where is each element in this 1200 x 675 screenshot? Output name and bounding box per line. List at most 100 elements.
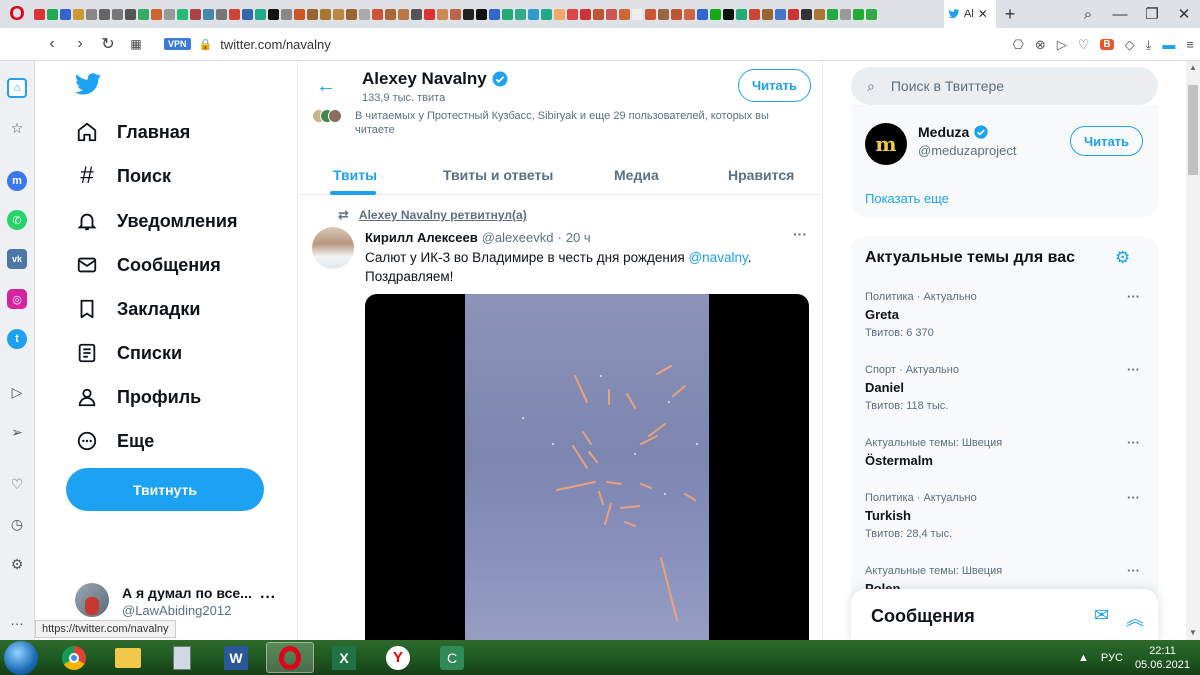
messages-drawer[interactable]: Сообщения ✉ ︽ xyxy=(851,589,1158,640)
close-window-button[interactable]: ✕ xyxy=(1168,0,1200,28)
account-switcher[interactable]: А я думал по все... @LawAbiding2012 ··· xyxy=(75,581,295,621)
new-tab-button[interactable]: + xyxy=(996,0,1024,28)
trend-item[interactable]: Спорт · Актуально Daniel Твитов: 118 тыс… xyxy=(865,362,1145,434)
clock[interactable]: 22:11 05.06.2021 xyxy=(1135,644,1190,672)
chevron-up-icon[interactable]: ︽ xyxy=(1126,605,1144,631)
nav-notifications[interactable]: Уведомления xyxy=(75,206,238,236)
search-input[interactable]: ⌕ Поиск в Твиттере xyxy=(851,67,1158,105)
menu-icon[interactable]: ≡ xyxy=(1186,37,1194,52)
vpn-badge[interactable]: VPN xyxy=(164,38,191,50)
more-icon[interactable]: ··· xyxy=(1127,563,1140,578)
nav-messages[interactable]: Сообщения xyxy=(75,250,221,280)
more-icon[interactable]: ··· xyxy=(1127,362,1140,377)
follow-button[interactable]: Читать xyxy=(1070,126,1143,156)
more-icon[interactable]: ··· xyxy=(260,589,276,607)
pinned-tabs[interactable] xyxy=(34,0,944,28)
suggested-handle[interactable]: @meduzaproject xyxy=(918,143,1016,158)
retweet-label[interactable]: Alexey Navalny ретвитнул(а) xyxy=(359,208,527,222)
nav-profile[interactable]: Профиль xyxy=(75,382,201,412)
heart-icon[interactable]: ♡ xyxy=(1078,37,1090,53)
tab-tweets-replies[interactable]: Твиты и ответы xyxy=(443,155,553,195)
list-icon xyxy=(75,341,99,365)
camera-icon[interactable]: ⎔ xyxy=(1013,37,1024,53)
active-tab[interactable]: Al ✕ xyxy=(944,0,996,28)
follow-button[interactable]: Читать xyxy=(738,69,811,102)
more-icon[interactable]: ··· xyxy=(1127,490,1140,505)
home-sidebar-icon[interactable]: ⌂ xyxy=(7,78,27,98)
followers-you-know[interactable]: В читаемых у Протестный Кузбасс, Sibirya… xyxy=(355,109,775,137)
app-taskbar-icon[interactable]: C xyxy=(428,642,476,673)
tweet-author-handle[interactable]: @alexeevkd xyxy=(482,230,554,245)
nav-more[interactable]: Еще xyxy=(75,426,154,456)
tab-tweets[interactable]: Твиты xyxy=(333,155,377,195)
show-more-link[interactable]: Показать еще xyxy=(865,191,949,206)
page-scrollbar[interactable]: ▲ ▼ xyxy=(1186,61,1200,640)
tab-media[interactable]: Медиа xyxy=(614,155,659,195)
opera-taskbar-icon[interactable] xyxy=(266,642,314,673)
scroll-up-icon[interactable]: ▲ xyxy=(1186,61,1200,75)
tweet-video[interactable] xyxy=(365,294,809,640)
twitter-sidebar-icon[interactable]: t xyxy=(7,329,27,349)
maximize-button[interactable]: ❐ xyxy=(1136,0,1168,28)
back-icon[interactable]: ‹ xyxy=(38,30,66,58)
cube-icon[interactable]: ◇ xyxy=(1125,37,1135,53)
send-sidebar-icon[interactable]: ➢ xyxy=(8,423,26,441)
heart-sidebar-icon[interactable]: ♡ xyxy=(8,475,26,493)
scrollbar-thumb[interactable] xyxy=(1188,85,1198,175)
block-icon[interactable]: ⊗ xyxy=(1035,37,1046,53)
explorer-taskbar-icon[interactable] xyxy=(104,642,152,673)
excel-taskbar-icon[interactable]: X xyxy=(320,642,368,673)
trend-item[interactable]: Политика · Актуально Greta Твитов: 6 370… xyxy=(865,289,1145,361)
calculator-taskbar-icon[interactable] xyxy=(158,642,206,673)
trend-item[interactable]: Политика · Актуально Turkish Твитов: 28,… xyxy=(865,490,1145,562)
minimize-button[interactable]: — xyxy=(1104,0,1136,28)
twitter-logo-icon[interactable] xyxy=(75,73,101,95)
more-icon[interactable]: ··· xyxy=(1127,289,1140,304)
suggested-name[interactable]: Meduza xyxy=(918,124,989,140)
whatsapp-icon[interactable]: ✆ xyxy=(7,210,27,230)
send-icon[interactable]: ▷ xyxy=(1057,37,1067,53)
nav-home[interactable]: Главная xyxy=(75,117,190,147)
speed-dial-icon[interactable]: ▦ xyxy=(122,30,150,58)
chrome-taskbar-icon[interactable] xyxy=(50,642,98,673)
vk-icon[interactable]: vk xyxy=(7,249,27,269)
tray-arrow-icon[interactable]: ▲ xyxy=(1078,652,1089,664)
search-tabs-icon[interactable]: ⌕ xyxy=(1072,0,1104,28)
back-arrow-icon[interactable]: ← xyxy=(316,75,336,98)
more-sidebar-icon[interactable]: … xyxy=(8,611,26,629)
instagram-icon[interactable]: ◎ xyxy=(7,289,27,309)
settings-icon[interactable]: ⚙ xyxy=(8,555,26,573)
opera-menu-icon[interactable]: O xyxy=(6,3,28,25)
history-icon[interactable]: ◷ xyxy=(8,515,26,533)
tweet-time[interactable]: 20 ч xyxy=(566,230,591,245)
gear-icon[interactable]: ⚙ xyxy=(1115,248,1130,268)
messenger-icon[interactable]: m xyxy=(7,171,27,191)
tweet-mention-link[interactable]: @navalny xyxy=(688,250,747,265)
avatar[interactable] xyxy=(312,227,354,269)
language-indicator[interactable]: РУС xyxy=(1101,652,1123,664)
tab-likes[interactable]: Нравится xyxy=(728,155,794,195)
download-icon[interactable]: ⤓ xyxy=(1146,37,1152,53)
avatar[interactable]: m xyxy=(865,123,907,165)
tweet-author-name[interactable]: Кирилл Алексеев xyxy=(365,230,478,245)
star-icon[interactable]: ☆ xyxy=(8,119,26,137)
nav-explore[interactable]: # Поиск xyxy=(75,161,171,191)
url-field[interactable]: twitter.com/navalny xyxy=(220,37,331,52)
nav-bookmarks[interactable]: Закладки xyxy=(75,294,200,324)
close-tab-icon[interactable]: ✕ xyxy=(978,7,988,21)
tweet-button[interactable]: Твитнуть xyxy=(66,468,264,511)
more-icon[interactable]: ··· xyxy=(1127,435,1140,450)
nav-lists[interactable]: Списки xyxy=(75,338,182,368)
player-icon[interactable]: ▷ xyxy=(8,383,26,401)
new-message-icon[interactable]: ✉ xyxy=(1094,605,1109,626)
reload-icon[interactable]: ↻ xyxy=(94,30,122,58)
tweet-more-icon[interactable]: ··· xyxy=(793,226,807,242)
yandex-taskbar-icon[interactable]: Y xyxy=(374,642,422,673)
scroll-down-icon[interactable]: ▼ xyxy=(1186,626,1200,640)
start-button[interactable] xyxy=(4,641,38,675)
word-taskbar-icon[interactable]: W xyxy=(212,642,260,673)
lock-icon[interactable]: 🔒 xyxy=(199,38,213,51)
forward-icon[interactable]: › xyxy=(66,30,94,58)
toggle-icon[interactable]: ▬ xyxy=(1162,37,1175,52)
extension-icon[interactable]: B xyxy=(1100,39,1114,50)
